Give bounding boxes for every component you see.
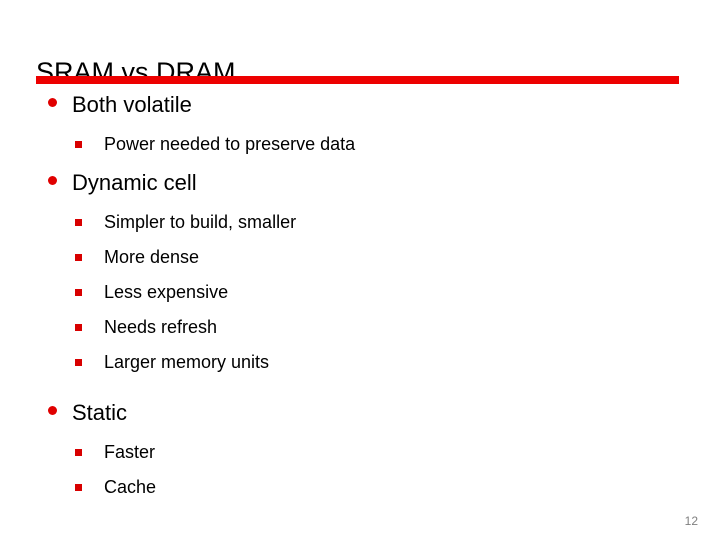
- square-bullet-icon: [75, 219, 82, 226]
- outline-item-level2: Cache: [0, 475, 720, 501]
- outline-item-level2: Less expensive: [0, 280, 720, 306]
- outline-item-level1: Dynamic cell: [0, 168, 720, 198]
- page-title: SRAM vs DRAM: [36, 57, 236, 88]
- outline-item-label: Dynamic cell: [72, 170, 197, 195]
- square-bullet-icon: [75, 359, 82, 366]
- outline-item-label: Less expensive: [104, 282, 229, 302]
- square-bullet-icon: [75, 289, 82, 296]
- outline-item-label: More dense: [104, 247, 200, 267]
- outline-item-label: Power needed to preserve data: [104, 134, 356, 154]
- round-bullet-icon: [48, 406, 57, 415]
- outline-item-label: Simpler to build, smaller: [104, 212, 297, 232]
- round-bullet-icon: [48, 176, 57, 185]
- square-bullet-icon: [75, 449, 82, 456]
- outline-item-level2: Needs refresh: [0, 315, 720, 341]
- outline-item-label: Needs refresh: [104, 317, 218, 337]
- outline-item-label: Static: [72, 400, 128, 425]
- round-bullet-icon: [48, 98, 57, 107]
- square-bullet-icon: [75, 141, 82, 148]
- outline-item-level2: Larger memory units: [0, 350, 720, 376]
- slide-canvas: SRAM vs DRAM Both volatile Power needed …: [0, 0, 720, 540]
- outline-item-label: Both volatile: [72, 92, 192, 117]
- outline-item-level2: More dense: [0, 245, 720, 271]
- outline-item-level2: Simpler to build, smaller: [0, 210, 720, 236]
- square-bullet-icon: [75, 254, 82, 261]
- square-bullet-icon: [75, 324, 82, 331]
- outline-item-level2: Faster: [0, 440, 720, 466]
- square-bullet-icon: [75, 484, 82, 491]
- slide-body: Both volatile Power needed to preserve d…: [0, 90, 720, 510]
- outline-item-level1: Both volatile: [0, 90, 720, 120]
- page-number: 12: [684, 514, 698, 528]
- title-underline-rule: [36, 76, 679, 84]
- outline-item-level1: Static: [0, 398, 720, 428]
- outline-item-level2: Power needed to preserve data: [0, 132, 720, 158]
- outline-item-label: Faster: [104, 442, 156, 462]
- outline-item-label: Cache: [104, 477, 157, 497]
- outline-item-label: Larger memory units: [104, 352, 270, 372]
